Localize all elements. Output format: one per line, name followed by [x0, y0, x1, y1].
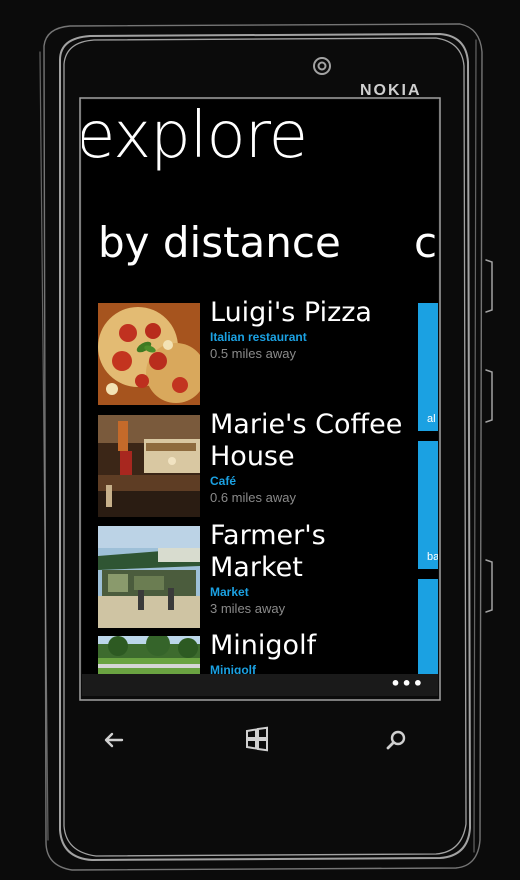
place-distance: 0.6 miles away [210, 490, 296, 505]
place-category: Italian restaurant [210, 330, 307, 344]
pivot-header-next[interactable]: c [414, 222, 437, 264]
hub-title: explore [82, 100, 308, 173]
tile-label: ba [427, 551, 438, 563]
app-bar: ••• [82, 674, 438, 696]
search-icon[interactable] [384, 728, 408, 752]
place-distance: 3 miles away [210, 601, 286, 616]
category-tile[interactable]: ba [418, 441, 438, 569]
place-thumbnail-pizza [98, 303, 200, 405]
place-distance: 0.5 miles away [210, 346, 296, 361]
windows-logo-icon[interactable] [244, 726, 270, 752]
place-category: Market [210, 585, 249, 599]
place-thumbnail-market [98, 526, 200, 628]
place-category: Café [210, 474, 237, 488]
place-name: Luigi's Pizza [210, 297, 372, 328]
place-name: Minigolf [210, 630, 317, 661]
pivot-header-by-distance[interactable]: by distance [98, 222, 341, 264]
tile-label: al [427, 413, 436, 425]
brand-logo: NOKIA [360, 82, 422, 99]
back-arrow-icon[interactable] [102, 730, 126, 750]
place-name: Farmer's Market [210, 520, 326, 583]
place-thumbnail-coffee [98, 415, 200, 517]
more-options-icon[interactable]: ••• [390, 676, 424, 692]
place-name: Marie's Coffee House [210, 409, 403, 472]
screen: explore by distance c Luigi's Pizza Ital… [82, 100, 438, 696]
category-tile[interactable]: al [418, 303, 438, 431]
